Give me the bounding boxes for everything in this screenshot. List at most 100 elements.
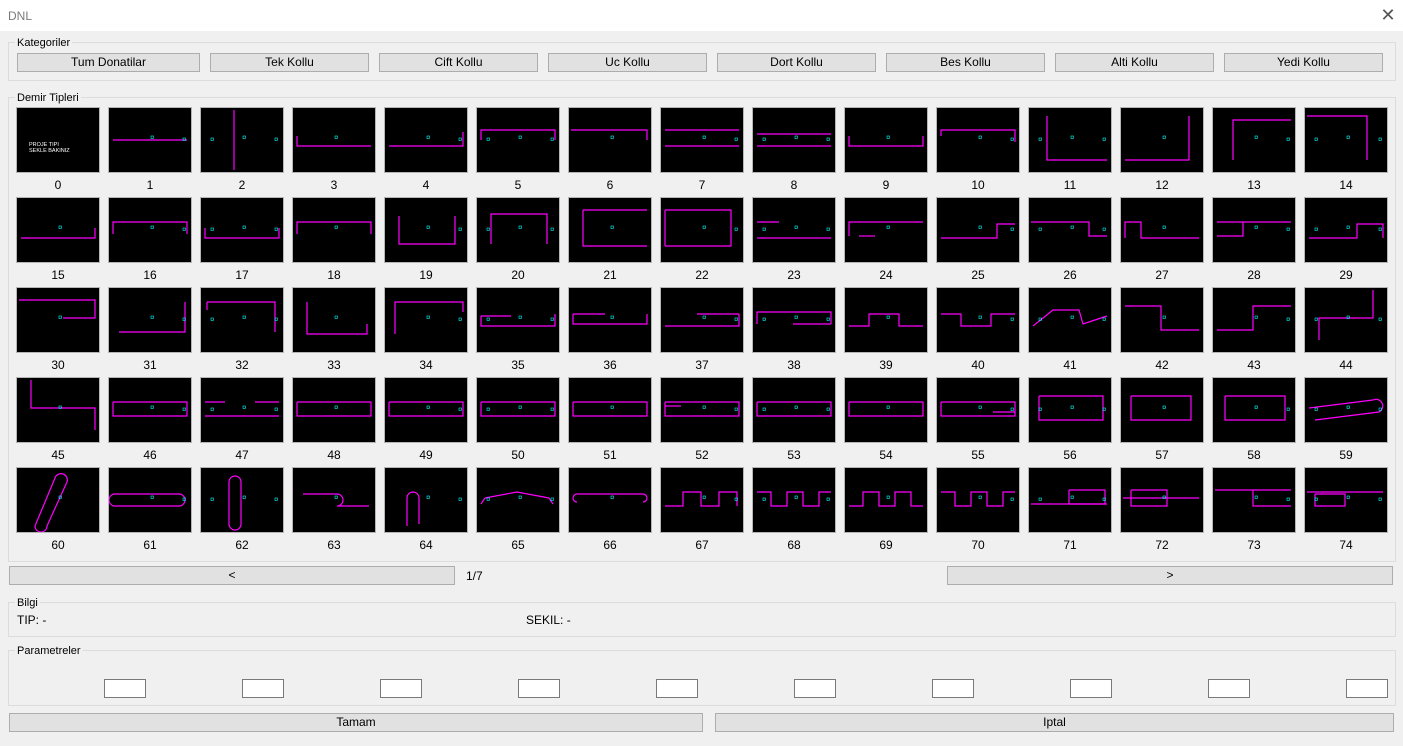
rebar-thumbnail-1[interactable] — [108, 107, 192, 173]
rebar-thumbnail-24[interactable] — [844, 197, 928, 263]
rebar-thumbnail-73[interactable] — [1212, 467, 1296, 533]
rebar-thumbnail-50[interactable] — [476, 377, 560, 443]
rebar-thumbnail-23[interactable] — [752, 197, 836, 263]
rebar-thumbnail-18[interactable] — [292, 197, 376, 263]
rebar-thumbnail-8[interactable] — [752, 107, 836, 173]
ok-button[interactable]: Tamam — [9, 713, 703, 732]
param-input-1[interactable] — [242, 679, 284, 698]
param-input-5[interactable] — [794, 679, 836, 698]
rebar-thumbnail-57[interactable] — [1120, 377, 1204, 443]
param-input-9[interactable] — [1346, 679, 1388, 698]
category-button-4[interactable]: Dort Kollu — [717, 53, 876, 72]
rebar-thumbnail-12[interactable] — [1120, 107, 1204, 173]
rebar-thumbnail-21[interactable] — [568, 197, 652, 263]
rebar-thumbnail-42[interactable] — [1120, 287, 1204, 353]
param-input-7[interactable] — [1070, 679, 1112, 698]
category-button-2[interactable]: Cift Kollu — [379, 53, 538, 72]
param-input-3[interactable] — [518, 679, 560, 698]
param-input-6[interactable] — [932, 679, 974, 698]
rebar-thumbnail-61[interactable] — [108, 467, 192, 533]
rebar-thumbnail-34[interactable] — [384, 287, 468, 353]
category-button-5[interactable]: Bes Kollu — [886, 53, 1045, 72]
rebar-thumbnail-64[interactable] — [384, 467, 468, 533]
rebar-thumbnail-69[interactable] — [844, 467, 928, 533]
rebar-thumbnail-54[interactable] — [844, 377, 928, 443]
rebar-thumbnail-5[interactable] — [476, 107, 560, 173]
rebar-thumbnail-65[interactable] — [476, 467, 560, 533]
rebar-thumbnail-7[interactable] — [660, 107, 744, 173]
rebar-thumbnail-41[interactable] — [1028, 287, 1112, 353]
rebar-thumbnail-26[interactable] — [1028, 197, 1112, 263]
rebar-thumbnail-44[interactable] — [1304, 287, 1388, 353]
rebar-thumbnail-46[interactable] — [108, 377, 192, 443]
rebar-thumbnail-63[interactable] — [292, 467, 376, 533]
rebar-thumbnail-33[interactable] — [292, 287, 376, 353]
rebar-thumbnail-25[interactable] — [936, 197, 1020, 263]
rebar-thumbnail-47[interactable] — [200, 377, 284, 443]
rebar-thumbnail-49[interactable] — [384, 377, 468, 443]
rebar-thumbnail-32[interactable] — [200, 287, 284, 353]
dimension-mark — [518, 225, 522, 229]
rebar-shape-icon — [665, 313, 740, 327]
rebar-thumbnail-36[interactable] — [568, 287, 652, 353]
param-input-4[interactable] — [656, 679, 698, 698]
category-button-3[interactable]: Uc Kollu — [548, 53, 707, 72]
close-icon[interactable]: ✕ — [1373, 0, 1403, 31]
rebar-thumbnail-48[interactable] — [292, 377, 376, 443]
rebar-thumbnail-60[interactable] — [16, 467, 100, 533]
rebar-thumbnail-22[interactable] — [660, 197, 744, 263]
rebar-thumbnail-17[interactable] — [200, 197, 284, 263]
param-input-0[interactable] — [104, 679, 146, 698]
rebar-thumbnail-58[interactable] — [1212, 377, 1296, 443]
rebar-thumbnail-55[interactable] — [936, 377, 1020, 443]
rebar-thumbnail-45[interactable] — [16, 377, 100, 443]
rebar-thumbnail-13[interactable] — [1212, 107, 1296, 173]
category-button-7[interactable]: Yedi Kollu — [1224, 53, 1383, 72]
rebar-thumbnail-59[interactable] — [1304, 377, 1388, 443]
rebar-thumbnail-16[interactable] — [108, 197, 192, 263]
rebar-thumbnail-51[interactable] — [568, 377, 652, 443]
rebar-thumbnail-72[interactable] — [1120, 467, 1204, 533]
rebar-thumbnail-35[interactable] — [476, 287, 560, 353]
rebar-thumbnail-30[interactable] — [16, 287, 100, 353]
rebar-thumbnail-53[interactable] — [752, 377, 836, 443]
rebar-thumbnail-66[interactable] — [568, 467, 652, 533]
rebar-thumbnail-9[interactable] — [844, 107, 928, 173]
rebar-thumbnail-19[interactable] — [384, 197, 468, 263]
rebar-thumbnail-43[interactable] — [1212, 287, 1296, 353]
rebar-thumbnail-15[interactable] — [16, 197, 100, 263]
rebar-thumbnail-28[interactable] — [1212, 197, 1296, 263]
rebar-thumbnail-11[interactable] — [1028, 107, 1112, 173]
rebar-thumbnail-31[interactable] — [108, 287, 192, 353]
rebar-thumbnail-6[interactable] — [568, 107, 652, 173]
rebar-thumbnail-38[interactable] — [752, 287, 836, 353]
rebar-thumbnail-67[interactable] — [660, 467, 744, 533]
rebar-thumbnail-52[interactable] — [660, 377, 744, 443]
rebar-thumbnail-27[interactable] — [1120, 197, 1204, 263]
category-button-1[interactable]: Tek Kollu — [210, 53, 369, 72]
param-input-8[interactable] — [1208, 679, 1250, 698]
rebar-thumbnail-0[interactable]: PROJE TIPI SEKLE BAKINIZ — [16, 107, 100, 173]
cancel-button[interactable]: Iptal — [715, 713, 1394, 732]
rebar-thumbnail-68[interactable] — [752, 467, 836, 533]
rebar-thumbnail-4[interactable] — [384, 107, 468, 173]
rebar-thumbnail-74[interactable] — [1304, 467, 1388, 533]
rebar-thumbnail-29[interactable] — [1304, 197, 1388, 263]
category-button-6[interactable]: Alti Kollu — [1055, 53, 1214, 72]
next-page-button[interactable]: > — [947, 566, 1393, 585]
rebar-thumbnail-71[interactable] — [1028, 467, 1112, 533]
param-input-2[interactable] — [380, 679, 422, 698]
rebar-thumbnail-56[interactable] — [1028, 377, 1112, 443]
rebar-thumbnail-37[interactable] — [660, 287, 744, 353]
category-button-0[interactable]: Tum Donatilar — [17, 53, 200, 72]
rebar-thumbnail-3[interactable] — [292, 107, 376, 173]
prev-page-button[interactable]: < — [9, 566, 455, 585]
rebar-thumbnail-20[interactable] — [476, 197, 560, 263]
rebar-thumbnail-10[interactable] — [936, 107, 1020, 173]
rebar-thumbnail-40[interactable] — [936, 287, 1020, 353]
rebar-thumbnail-62[interactable] — [200, 467, 284, 533]
rebar-thumbnail-2[interactable] — [200, 107, 284, 173]
rebar-thumbnail-70[interactable] — [936, 467, 1020, 533]
rebar-thumbnail-14[interactable] — [1304, 107, 1388, 173]
rebar-thumbnail-39[interactable] — [844, 287, 928, 353]
